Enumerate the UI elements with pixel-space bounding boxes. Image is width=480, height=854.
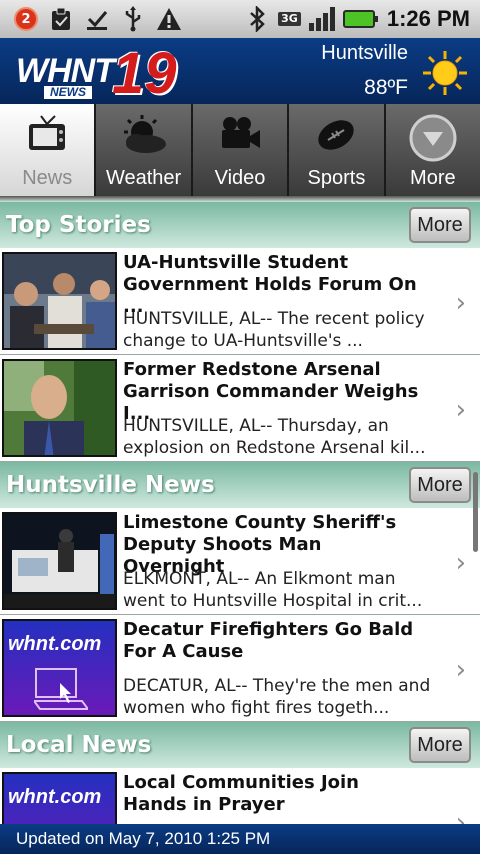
signal-icon [308,7,335,31]
news-content[interactable]: Top Stories More UA-Huntsville Student G… [0,202,480,824]
usb-icon [120,6,146,32]
notification-badge[interactable]: 2 [14,7,38,31]
chevron-right-icon: › [455,548,466,578]
tab-label: Video [214,167,266,189]
chevron-right-icon: › [455,655,466,685]
tv-icon [23,114,71,156]
tab-label: More [410,167,456,189]
warning-icon [156,6,182,32]
story-thumbnail [2,252,117,350]
top-stories-more-button[interactable]: More [409,207,471,243]
tab-label: News [22,167,73,189]
tab-more[interactable]: More [385,104,480,196]
story-item[interactable]: whnt.com Decatur Firefighters Go Bald Fo… [0,615,480,722]
story-item[interactable]: Former Redstone Arsenal Garrison Command… [0,355,480,462]
weather-city: Huntsville [321,42,408,64]
weather-temperature: 88ºF [364,76,408,99]
story-summary: HUNTSVILLE, AL-- Thursday, an explosion … [123,416,426,458]
battery-icon [342,10,378,28]
story-summary: DECATUR, AL-- They're the men and women … [123,676,431,718]
story-thumbnail: whnt.com [2,619,117,717]
tab-video[interactable]: Video [192,104,288,196]
story-thumbnail: whnt.com [2,772,117,824]
section-top-stories: Top Stories More [0,202,480,248]
scrollbar[interactable] [473,472,478,552]
section-title: Huntsville News [6,472,215,498]
tab-sports[interactable]: Sports [289,104,384,196]
chevron-right-icon: › [455,808,466,824]
football-icon [312,114,360,156]
chevron-right-icon: › [455,395,466,425]
story-summary: ELKMONT, AL-- An Elkmont man went to Hun… [123,569,423,611]
huntsville-news-more-button[interactable]: More [409,467,471,503]
status-bar: 2 3G 1:26 PM [0,0,480,38]
story-item[interactable]: UA-Huntsville Student Government Holds F… [0,248,480,355]
tab-label: Sports [307,167,366,189]
section-title: Local News [6,732,152,758]
story-item[interactable]: Limestone County Sheriff's Deputy Shoots… [0,508,480,615]
tab-news[interactable]: News [0,104,95,196]
thumbnail-logo-text: whnt.com [8,786,102,808]
updated-footer: Updated on May 7, 2010 1:25 PM [0,824,480,854]
3g-icon: 3G [278,12,301,26]
story-item[interactable]: whnt.com Local Communities Join Hands in… [0,768,480,824]
clipboard-icon [48,6,74,32]
story-title: Decatur Firefighters Go Bald For A Cause [123,619,414,662]
story-summary: HUNTSVILLE, AL-- The recent policy chang… [123,309,425,351]
story-thumbnail [2,512,117,610]
story-thumbnail [2,359,117,457]
cloud-sun-icon [120,114,168,156]
logo-subtext: NEWS [44,86,92,99]
section-title: Top Stories [6,212,151,238]
chevron-right-icon: › [455,288,466,318]
story-title: Local Communities Join Hands in Prayer [123,772,359,815]
section-local-news: Local News More [0,722,480,768]
sun-icon[interactable] [422,50,468,96]
thumbnail-logo-text: whnt.com [8,633,102,655]
logo-number: 19 [112,41,177,106]
local-news-more-button[interactable]: More [409,727,471,763]
station-logo[interactable]: WHNT 19 NEWS [16,41,177,106]
video-camera-icon [216,114,264,156]
app-header: WHNT 19 NEWS Huntsville 88ºF [0,38,480,106]
tab-bar: News Weather Video Sports More [0,104,480,196]
bluetooth-icon [244,6,270,32]
section-huntsville-news: Huntsville News More [0,462,480,508]
status-clock: 1:26 PM [386,6,470,31]
tab-weather[interactable]: Weather [96,104,191,196]
download-done-icon [84,6,110,32]
tab-label: Weather [105,167,182,189]
more-down-icon [409,114,457,162]
